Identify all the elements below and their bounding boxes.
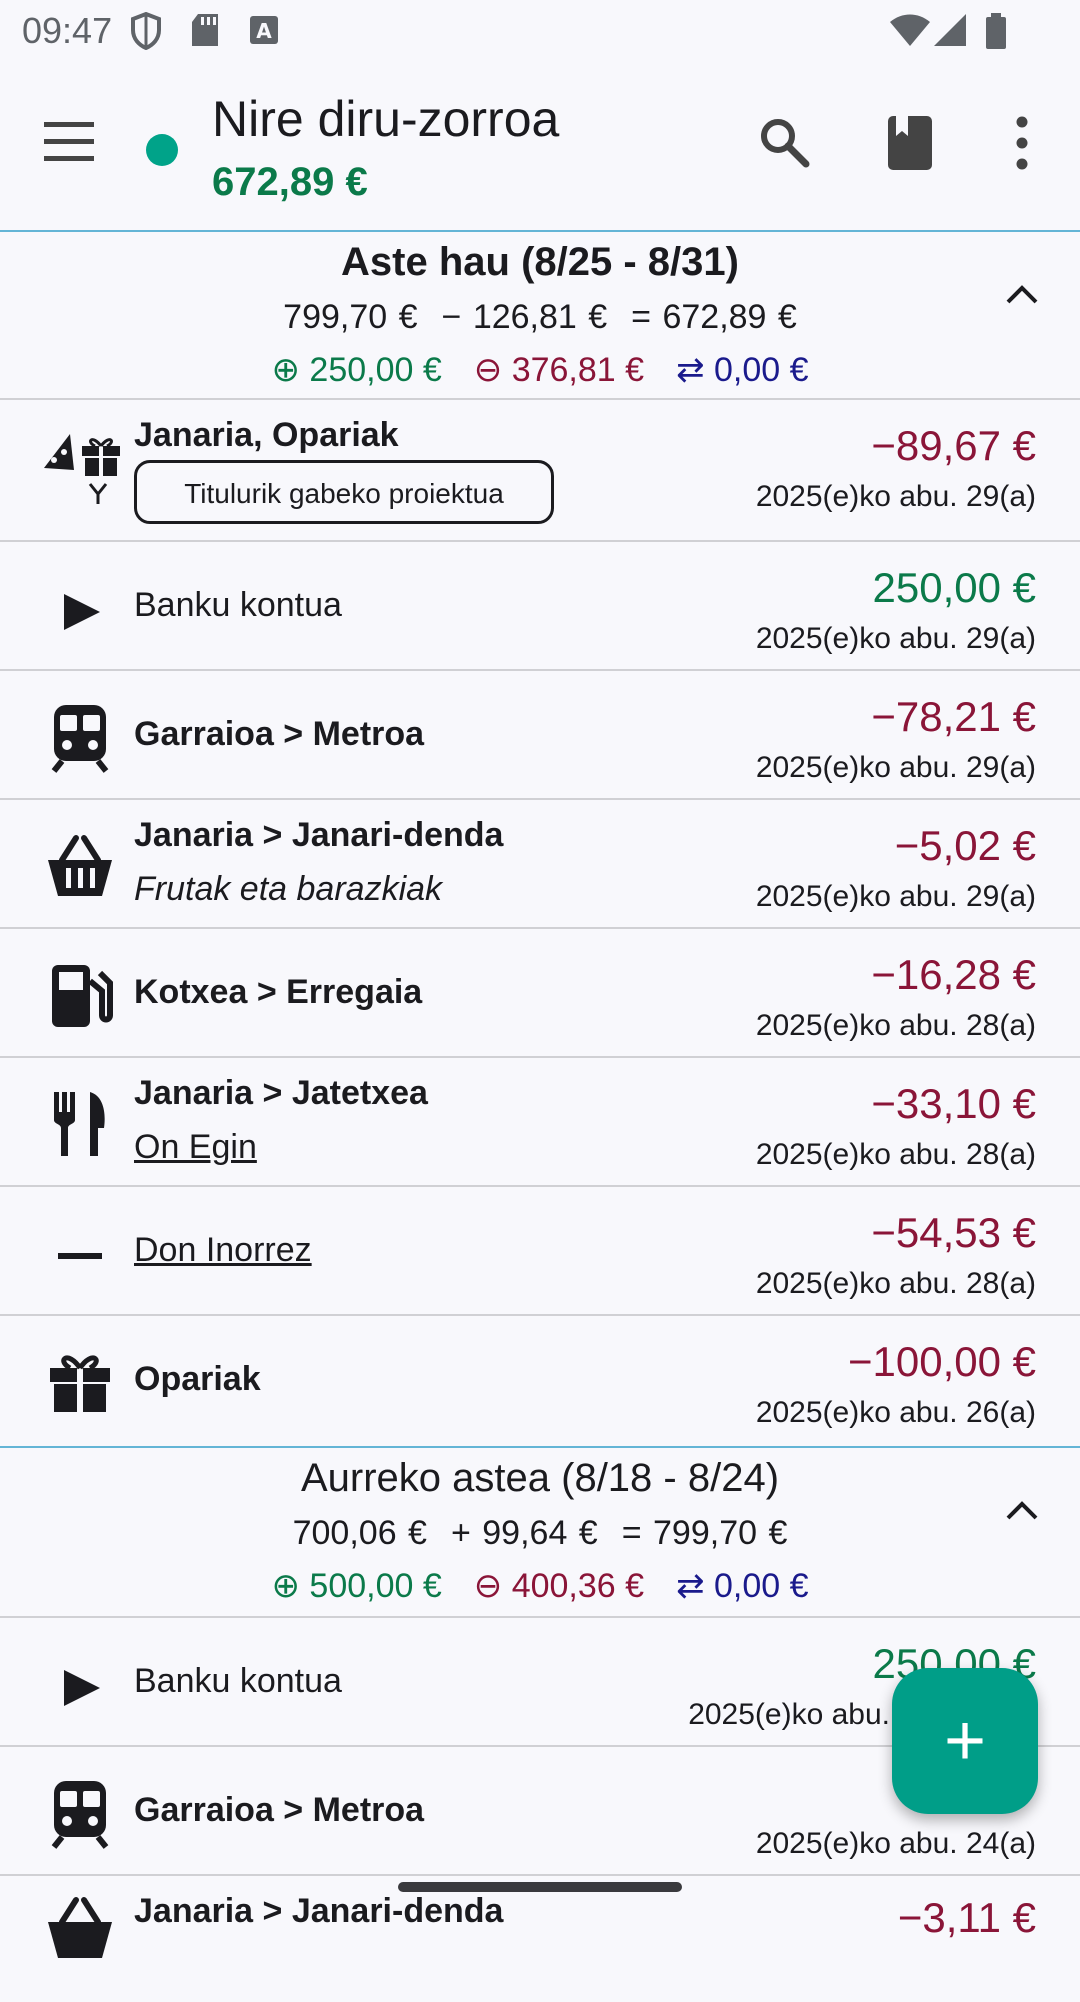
svg-text:A: A (256, 19, 272, 43)
transaction-amount: −89,67 € (871, 422, 1036, 469)
week-flows: ⊕ 250,00 € ⊖ 376,81 € ⇄ 0,00 € (0, 350, 1080, 390)
gesture-nav-handle[interactable] (398, 1882, 682, 1892)
wallet-balance: 672,89 € (212, 160, 368, 204)
week-transfer: ⇄ 0,00 € (676, 351, 809, 389)
transaction-date: 2025(e)ko abu. 28(a) (755, 1267, 1036, 1300)
week-start-balance: 799,70 € (283, 298, 418, 336)
transaction-category: Garraioa > Metroa (134, 715, 425, 753)
transaction-row[interactable]: Banku kontua 250,00 € 2025(e)ko abu. 29(… (0, 542, 1080, 668)
transaction-date: 2025(e)ko abu. 29(a) (755, 880, 1036, 913)
week-title: Aurreko astea (8/18 - 8/24) (300, 1456, 780, 1500)
train-icon (51, 1781, 109, 1849)
week-change: − 126,81 € (441, 298, 608, 336)
transaction-date: 2025(e)ko abu. 29(a) (755, 480, 1036, 513)
transaction-date: 2025(e)ko abu. 28(a) (755, 1009, 1036, 1042)
status-time: 09:47 (22, 10, 113, 51)
transaction-category: Janaria > Jatetxea (134, 1074, 428, 1112)
transaction-date: 2025(e)ko abu. 26(a) (755, 1396, 1036, 1429)
week-balance-summary: 700,06 € + 99,64 € = 799,70 € (0, 1514, 1080, 1553)
status-bar: 09:47 A (0, 0, 1080, 64)
search-icon[interactable] (756, 114, 812, 170)
food-gift-split-icon (44, 434, 120, 504)
restaurant-icon (54, 1092, 105, 1156)
week-end-balance: = 672,89 € (631, 298, 797, 336)
transaction-category: Janaria > Janari-denda (134, 816, 504, 854)
fuel-icon (52, 965, 113, 1027)
week-header[interactable]: Aste hau (8/25 - 8/31) 799,70 € − 126,81 … (0, 232, 1080, 394)
transaction-amount: 250,00 € (872, 564, 1037, 611)
week-start-balance: 700,06 € (292, 1514, 427, 1552)
wallet-title[interactable]: Nire diru-zorroa (212, 90, 559, 148)
train-icon (51, 705, 109, 773)
sd-card-icon (192, 14, 218, 46)
add-icon: + (943, 1701, 987, 1781)
transaction-amount: −33,10 € (871, 1080, 1036, 1127)
transaction-row[interactable]: Janaria > Jatetxea On Egin −33,10 € 2025… (0, 1058, 1080, 1184)
week-income: ⊕ 500,00 € (271, 1567, 442, 1605)
add-transaction-button[interactable]: + (892, 1668, 1038, 1814)
transaction-date: 2025(e)ko abu. 29(a) (755, 622, 1036, 655)
basket-icon (48, 1897, 112, 1958)
transaction-row[interactable]: Janaria, Opariak Titulurik gabeko proiek… (0, 400, 1080, 526)
transaction-date: 2025(e)ko abu. (688, 1698, 890, 1731)
week-header[interactable]: Aurreko astea (8/18 - 8/24) 700,06 € + 99… (0, 1448, 1080, 1610)
transaction-account: Banku kontua (134, 586, 342, 624)
week-flows: ⊕ 500,00 € ⊖ 400,36 € ⇄ 0,00 € (0, 1566, 1080, 1606)
transaction-date: 2025(e)ko abu. 24(a) (755, 1827, 1036, 1860)
week-title: Aste hau (8/25 - 8/31) (341, 240, 739, 284)
book-icon[interactable] (886, 114, 936, 172)
signal-icon (934, 14, 966, 46)
transaction-date: 2025(e)ko abu. 28(a) (755, 1138, 1036, 1171)
project-chip[interactable]: Titulurik gabeko proiektua (134, 460, 554, 524)
menu-icon[interactable] (44, 122, 102, 162)
transaction-date: 2025(e)ko abu. 29(a) (755, 751, 1036, 784)
transaction-row[interactable]: Janaria > Janari-denda Frutak eta barazk… (0, 800, 1080, 926)
week-expense: ⊖ 376,81 € (473, 351, 645, 389)
transaction-payee[interactable]: Don Inorrez (134, 1231, 312, 1270)
transaction-amount: −3,11 € (897, 1894, 1036, 1941)
shield-icon (131, 12, 161, 50)
transaction-category: Opariak (134, 1360, 261, 1398)
transaction-row[interactable]: Kotxea > Erregaia −16,28 € 2025(e)ko abu… (0, 929, 1080, 1055)
play-arrow-icon (64, 1670, 100, 1706)
transaction-category: Kotxea > Erregaia (134, 973, 423, 1011)
transaction-category: Janaria, Opariak (134, 416, 399, 454)
week-balance-summary: 799,70 € − 126,81 € = 672,89 € (0, 298, 1080, 337)
chevron-up-icon[interactable] (1004, 282, 1040, 306)
week-expense: ⊖ 400,36 € (473, 1567, 645, 1605)
transaction-amount: −16,28 € (871, 951, 1036, 998)
app-bar: Nire diru-zorroa 672,89 € (0, 64, 1080, 230)
minus-icon (58, 1253, 102, 1259)
transaction-amount: −78,21 € (871, 693, 1036, 740)
transaction-category: Garraioa > Metroa (134, 1791, 425, 1829)
week-income: ⊕ 250,00 € (271, 351, 442, 389)
week-change: + 99,64 € (450, 1514, 598, 1552)
transaction-amount: −5,02 € (894, 822, 1036, 869)
more-vert-icon[interactable] (1008, 114, 1036, 172)
play-arrow-icon (64, 594, 100, 630)
basket-icon (48, 835, 112, 896)
wifi-icon (890, 14, 930, 46)
transaction-row[interactable]: Garraioa > Metroa −78,21 € 2025(e)ko abu… (0, 671, 1080, 797)
transaction-payee[interactable]: On Egin (134, 1128, 257, 1167)
transaction-category: Janaria > Janari-denda (134, 1892, 504, 1930)
transaction-row[interactable]: Janaria > Janari-denda −3,11 € (0, 1876, 1080, 2002)
keyboard-a-icon: A (250, 16, 278, 44)
chevron-up-icon[interactable] (1004, 1498, 1040, 1522)
transaction-row[interactable]: Opariak −100,00 € 2025(e)ko abu. 26(a) (0, 1316, 1080, 1442)
week-end-balance: = 799,70 € (621, 1514, 788, 1552)
battery-icon (986, 13, 1006, 49)
transaction-amount: −54,53 € (871, 1209, 1036, 1256)
gift-icon (50, 1355, 110, 1412)
transaction-amount: −100,00 € (847, 1338, 1036, 1385)
wallet-color-dot (146, 134, 178, 166)
transaction-note: Frutak eta barazkiak (134, 870, 443, 908)
transaction-account: Banku kontua (134, 1662, 342, 1700)
week-transfer: ⇄ 0,00 € (676, 1567, 809, 1605)
transaction-row[interactable]: Don Inorrez −54,53 € 2025(e)ko abu. 28(a… (0, 1187, 1080, 1313)
